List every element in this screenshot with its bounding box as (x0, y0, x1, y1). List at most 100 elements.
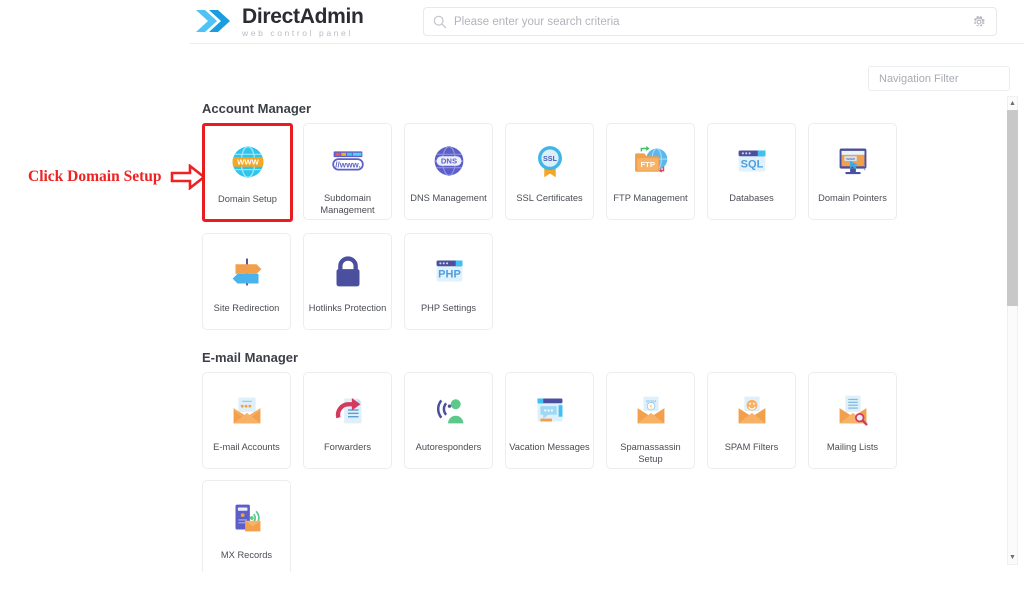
scrollbar-track[interactable] (1007, 110, 1018, 551)
svg-text://www.: //www. (335, 161, 360, 170)
svg-text:DNS: DNS (440, 156, 456, 165)
section-title: E-mail Manager (202, 350, 299, 365)
globe-dns-icon: DNS (434, 146, 463, 176)
envelope-spam-warning-icon: SPAM! (637, 396, 664, 424)
search-icon (433, 15, 447, 28)
tile-hotlinks-protection[interactable]: Hotlinks Protection (303, 233, 392, 330)
tile-label: Forwarders (323, 442, 371, 452)
tile-domain-setup[interactable]: WWW Domain Setup (202, 123, 293, 222)
server-signal-envelope-icon (224, 495, 270, 541)
tile-label: PHP Settings (420, 303, 477, 313)
svg-text:!: ! (650, 405, 652, 411)
php-window-icon: PHP (436, 260, 462, 282)
scrollbar-thumb[interactable] (1007, 110, 1018, 306)
tile-label: Autoresponders (415, 442, 482, 452)
app-header: DirectAdmin web control panel (0, 0, 1024, 44)
envelope-spam-warning-icon: SPAM! (628, 387, 674, 433)
vertical-scrollbar[interactable]: ▲ ▼ (1007, 96, 1018, 565)
scrollbar-up-arrow[interactable]: ▲ (1007, 97, 1018, 110)
tile-label: E-mail Accounts (213, 442, 280, 452)
main-content: Account Manager WWW Domain Setup //www. Subd… (190, 92, 995, 572)
tile-grid: WWW Domain Setup //www. Subdomain Managemen… (202, 123, 995, 341)
tile-label: FTP Management (613, 193, 688, 203)
monitor-cursor-icon: www (830, 138, 876, 184)
person-soundwave-icon (436, 399, 463, 424)
ssl-badge-icon: SSL (537, 146, 562, 178)
tile-grid: E-mail Accounts Forwarders Autoresponders V… (202, 372, 995, 572)
logo-title-direct: Direct (242, 4, 300, 28)
navigation-filter[interactable] (868, 66, 1010, 91)
server-signal-envelope-icon (235, 504, 260, 532)
tile-forwarders[interactable]: Forwarders (303, 372, 392, 469)
envelope-list-magnifier-icon (830, 387, 876, 433)
svg-text:WWW: WWW (237, 157, 259, 166)
tile-label: Subdomain Management (320, 193, 375, 215)
envelope-smiley-icon (738, 396, 765, 424)
person-soundwave-icon (426, 387, 472, 433)
tile-label: Vacation Messages (509, 442, 590, 452)
sql-window-icon: SQL (729, 138, 775, 184)
global-search-bar[interactable] (423, 7, 997, 36)
ftp-folder-globe-icon: FTP (634, 146, 667, 173)
settings-gear-button[interactable] (966, 9, 992, 35)
tile-label: Site Redirection (213, 303, 280, 313)
tile-label: SSL Certificates (516, 193, 583, 203)
forward-arrow-document-icon (335, 398, 361, 424)
scrollbar-down-arrow[interactable]: ▼ (1007, 551, 1018, 564)
navigation-filter-input[interactable] (869, 67, 1009, 90)
tile-label: MX Records (220, 550, 273, 560)
search-input[interactable] (454, 15, 966, 28)
logo-title-admin: Admin (299, 4, 364, 28)
svg-text:FTP: FTP (640, 160, 654, 169)
ssl-badge-icon: SSL (527, 138, 573, 184)
tile-site-redirection[interactable]: Site Redirection (202, 233, 291, 330)
tile-ssl-certificates[interactable]: SSL SSL Certificates (505, 123, 594, 220)
tile-mx-records[interactable]: MX Records (202, 480, 291, 572)
tile-label: Mailing Lists (826, 442, 879, 452)
annotation-text: Click Domain Setup (28, 168, 162, 185)
tile-mailing-lists[interactable]: Mailing Lists (808, 372, 897, 469)
svg-text:SQL: SQL (740, 159, 763, 171)
chat-window-icon (537, 398, 562, 422)
open-envelope-icon (233, 397, 260, 424)
directadmin-page: DirectAdmin web control panel Click Doma… (0, 0, 1024, 589)
tile-label: Databases (729, 193, 774, 203)
tile-e-mail-accounts[interactable]: E-mail Accounts (202, 372, 291, 469)
logo-subtitle: web control panel (242, 27, 353, 38)
tile-label: SPAM Filters (724, 442, 779, 452)
section-title: Account Manager (202, 101, 312, 116)
tile-label: Spamassassin Setup (620, 442, 681, 464)
ftp-folder-globe-icon: FTP (628, 138, 674, 184)
tile-subdomain-management[interactable]: //www. Subdomain Management (303, 123, 392, 220)
tile-label: Domain Setup (218, 194, 277, 204)
logo-text: DirectAdmin web control panel (242, 5, 364, 38)
tile-autoresponders[interactable]: Autoresponders (404, 372, 493, 469)
globe-www-icon: WWW (225, 139, 271, 185)
tile-databases[interactable]: SQL Databases (707, 123, 796, 220)
svg-text:www: www (846, 156, 855, 161)
globe-dns-icon: DNS (426, 138, 472, 184)
padlock-icon (336, 256, 359, 287)
tile-label: Domain Pointers (818, 193, 887, 203)
chat-window-icon (527, 387, 573, 433)
tile-label: DNS Management (410, 193, 487, 203)
signpost-icon (224, 248, 270, 294)
directadmin-logo[interactable]: DirectAdmin web control panel (194, 4, 364, 38)
php-window-icon: PHP (426, 248, 472, 294)
sql-window-icon: SQL (738, 150, 765, 172)
open-envelope-icon (224, 387, 270, 433)
padlock-icon (325, 248, 371, 294)
tile-vacation-messages[interactable]: Vacation Messages (505, 372, 594, 469)
logo-title: DirectAdmin (242, 6, 364, 27)
tile-spamassassin-setup[interactable]: SPAM! Spamassassin Setup (606, 372, 695, 469)
header-divider (190, 43, 1024, 44)
tile-ftp-management[interactable]: FTP FTP Management (606, 123, 695, 220)
globe-www-icon: WWW (232, 145, 263, 179)
tile-dns-management[interactable]: DNS DNS Management (404, 123, 493, 220)
tile-php-settings[interactable]: PHP PHP Settings (404, 233, 493, 330)
tile-domain-pointers[interactable]: www Domain Pointers (808, 123, 897, 220)
tile-label: Hotlinks Protection (308, 303, 387, 313)
tile-spam-filters[interactable]: SPAM Filters (707, 372, 796, 469)
svg-text:PHP: PHP (438, 269, 461, 281)
forward-arrow-document-icon (325, 387, 371, 433)
